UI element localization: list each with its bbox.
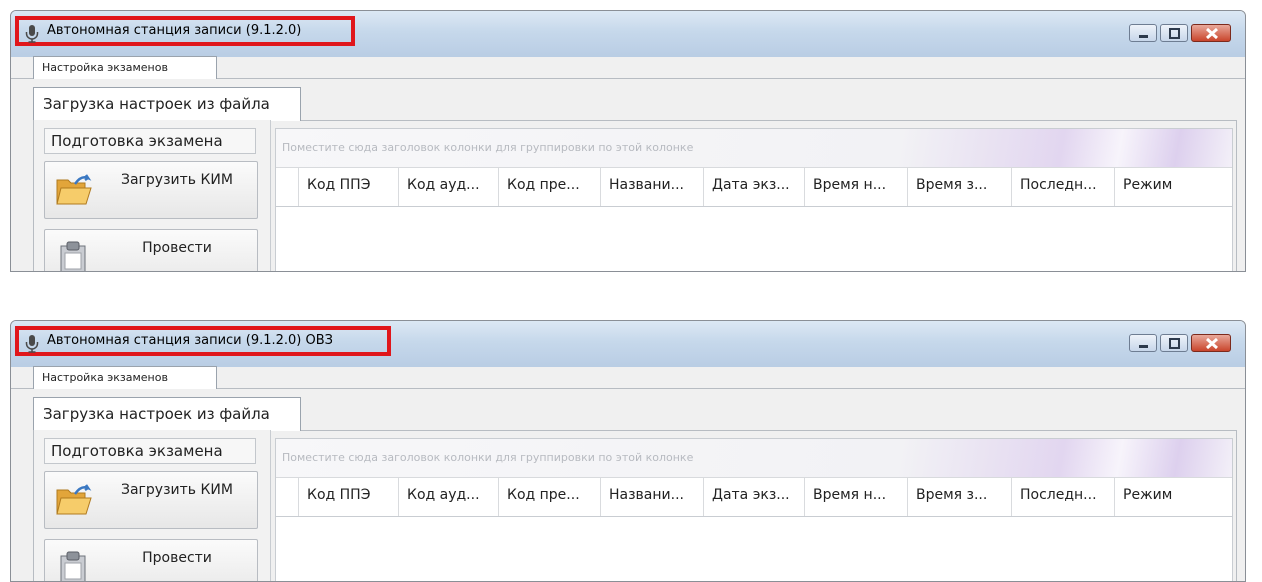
load-kim-label: Загрузить КИМ bbox=[121, 172, 233, 188]
group-by-panel[interactable]: Поместите сюда заголовок колонки для гру… bbox=[276, 129, 1232, 168]
column-header-row: Код ППЭ Код ауд... Код пре... Названи...… bbox=[276, 478, 1232, 517]
section-title: Подготовка экзамена bbox=[44, 438, 256, 464]
title-bar[interactable]: Автономная станция записи (9.1.2.0) bbox=[11, 11, 1245, 57]
column-header-last[interactable]: Последн... bbox=[1012, 168, 1115, 206]
tab-panel-border bbox=[301, 120, 1237, 121]
left-action-panel: Подготовка экзамена Загрузить КИМ Провес… bbox=[33, 430, 271, 581]
title-bar[interactable]: Автономная станция записи (9.1.2.0) ОВЗ bbox=[11, 321, 1245, 367]
microphone-icon bbox=[25, 335, 39, 353]
column-header-mode[interactable]: Режим bbox=[1115, 168, 1195, 206]
column-header-auditorium-code[interactable]: Код ауд... bbox=[399, 168, 499, 206]
exams-grid: Поместите сюда заголовок колонки для гру… bbox=[275, 438, 1233, 581]
tab-exam-settings[interactable]: Настройка экзаменов bbox=[33, 366, 217, 389]
column-header-start-time[interactable]: Время н... bbox=[805, 478, 908, 516]
row-indicator-header bbox=[276, 478, 299, 516]
left-action-panel: Подготовка экзамена Загрузить КИМ Провес… bbox=[33, 120, 271, 271]
column-header-last[interactable]: Последн... bbox=[1012, 478, 1115, 516]
section-title: Подготовка экзамена bbox=[44, 128, 256, 154]
column-header-subject-code[interactable]: Код пре... bbox=[499, 478, 601, 516]
close-button[interactable] bbox=[1191, 24, 1231, 42]
tab-exam-settings[interactable]: Настройка экзаменов bbox=[33, 56, 217, 79]
row-indicator-header bbox=[276, 168, 299, 206]
close-icon bbox=[1205, 27, 1219, 40]
tab-panel-right-border bbox=[1236, 430, 1237, 581]
folder-open-icon bbox=[56, 174, 92, 205]
maximize-icon bbox=[1169, 28, 1180, 39]
conduct-button[interactable]: Провести bbox=[44, 229, 258, 271]
minimize-button[interactable] bbox=[1129, 24, 1157, 42]
exams-grid: Поместите сюда заголовок колонки для гру… bbox=[275, 128, 1233, 271]
maximize-button[interactable] bbox=[1160, 334, 1188, 352]
column-header-start-time[interactable]: Время н... bbox=[805, 168, 908, 206]
tab-panel-border bbox=[301, 430, 1237, 431]
group-by-panel[interactable]: Поместите сюда заголовок колонки для гру… bbox=[276, 439, 1232, 478]
minimize-icon bbox=[1139, 35, 1148, 38]
window-title: Автономная станция записи (9.1.2.0) ОВЗ bbox=[47, 333, 333, 348]
maximize-icon bbox=[1169, 338, 1180, 349]
column-header-mode[interactable]: Режим bbox=[1115, 478, 1195, 516]
load-kim-button[interactable]: Загрузить КИМ bbox=[44, 161, 258, 219]
tab-load-settings-from-file[interactable]: Загрузка настроек из файла bbox=[33, 397, 301, 431]
column-header-subject-code[interactable]: Код пре... bbox=[499, 168, 601, 206]
conduct-label: Провести bbox=[142, 550, 212, 566]
tab-load-settings-from-file[interactable]: Загрузка настроек из файла bbox=[33, 87, 301, 121]
column-header-end-time[interactable]: Время з... bbox=[908, 168, 1012, 206]
load-kim-button[interactable]: Загрузить КИМ bbox=[44, 471, 258, 529]
app-window-1: Автономная станция записи (9.1.2.0) Наст… bbox=[10, 10, 1246, 272]
group-by-hint: Поместите сюда заголовок колонки для гру… bbox=[282, 451, 694, 464]
close-button[interactable] bbox=[1191, 334, 1231, 352]
window-title: Автономная станция записи (9.1.2.0) bbox=[47, 23, 302, 38]
column-header-row: Код ППЭ Код ауд... Код пре... Названи...… bbox=[276, 168, 1232, 207]
column-header-name[interactable]: Названи... bbox=[601, 168, 704, 206]
column-header-exam-date[interactable]: Дата экз... bbox=[704, 478, 805, 516]
column-header-name[interactable]: Названи... bbox=[601, 478, 704, 516]
conduct-label: Провести bbox=[142, 240, 212, 256]
close-icon bbox=[1205, 337, 1219, 350]
tab-panel-right-border bbox=[1236, 120, 1237, 271]
clipboard-icon bbox=[60, 241, 86, 271]
app-window-2: Автономная станция записи (9.1.2.0) ОВЗ … bbox=[10, 320, 1246, 582]
group-by-hint: Поместите сюда заголовок колонки для гру… bbox=[282, 141, 694, 154]
column-header-exam-date[interactable]: Дата экз... bbox=[704, 168, 805, 206]
clipboard-icon bbox=[60, 551, 86, 581]
column-header-ppe-code[interactable]: Код ППЭ bbox=[299, 478, 399, 516]
conduct-button[interactable]: Провести bbox=[44, 539, 258, 581]
microphone-icon bbox=[25, 25, 39, 43]
maximize-button[interactable] bbox=[1160, 24, 1188, 42]
column-header-auditorium-code[interactable]: Код ауд... bbox=[399, 478, 499, 516]
minimize-icon bbox=[1139, 345, 1148, 348]
folder-open-icon bbox=[56, 484, 92, 515]
column-header-end-time[interactable]: Время з... bbox=[908, 478, 1012, 516]
load-kim-label: Загрузить КИМ bbox=[121, 482, 233, 498]
column-header-ppe-code[interactable]: Код ППЭ bbox=[299, 168, 399, 206]
minimize-button[interactable] bbox=[1129, 334, 1157, 352]
